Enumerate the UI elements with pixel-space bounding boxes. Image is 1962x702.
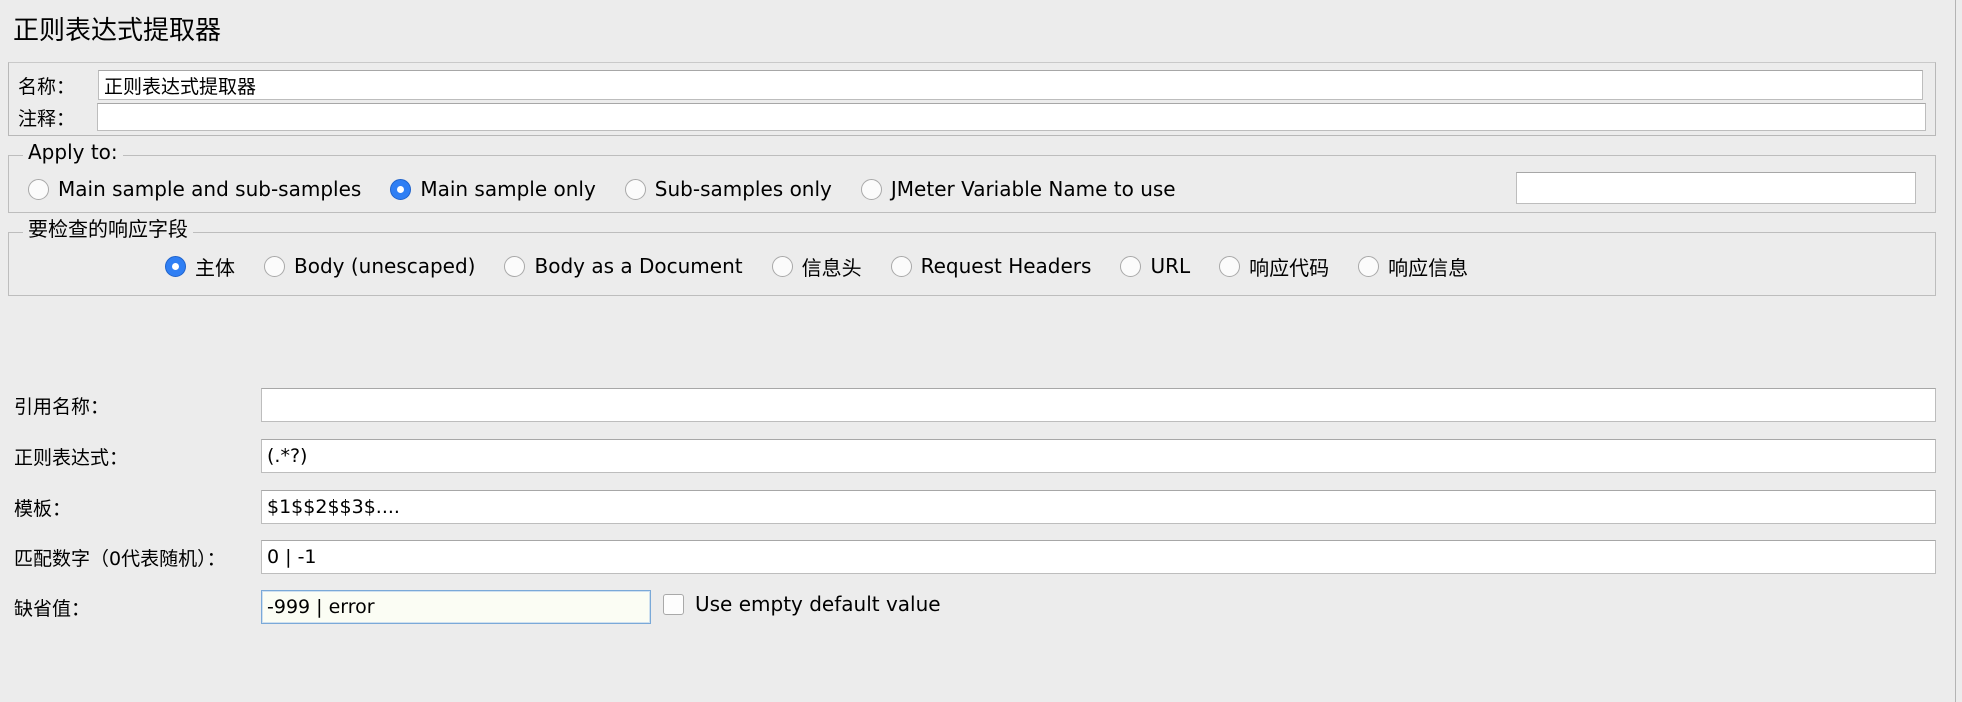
match-number-label: 匹配数字（0代表随机）： xyxy=(14,547,226,570)
template-label: 模板： xyxy=(14,497,72,520)
radio-dot-selected-icon xyxy=(390,178,412,200)
radio-label: 信息头 xyxy=(801,255,862,280)
radio-response-code[interactable]: 响应代码 xyxy=(1219,252,1329,281)
radio-dot-icon xyxy=(1219,255,1241,277)
reference-name-input[interactable] xyxy=(261,388,1936,422)
reference-name-row: 引用名称： xyxy=(14,388,1936,422)
default-value-row: 缺省值： -999 | error xyxy=(14,590,1936,624)
regex-label: 正则表达式： xyxy=(14,446,129,469)
radio-label: 主体 xyxy=(195,255,235,280)
radio-dot-icon xyxy=(771,255,793,277)
radio-label: Main sample only xyxy=(420,177,596,201)
radio-sub-samples-only[interactable]: Sub-samples only xyxy=(624,177,832,201)
radio-request-headers[interactable]: Request Headers xyxy=(890,254,1092,278)
response-field-group-title: 要检查的响应字段 xyxy=(23,219,193,239)
default-value-label: 缺省值： xyxy=(14,597,91,620)
radio-dot-icon xyxy=(1358,255,1380,277)
radio-dot-icon xyxy=(860,178,882,200)
name-comment-panel: 名称： 正则表达式提取器 注释： xyxy=(8,62,1936,136)
comment-row: 注释： xyxy=(18,103,1926,131)
radio-main-and-sub-samples[interactable]: Main sample and sub-samples xyxy=(28,177,361,201)
checkbox-icon xyxy=(663,593,684,615)
radio-label: Request Headers xyxy=(920,254,1092,278)
radio-label: 响应代码 xyxy=(1249,255,1330,280)
comment-input[interactable] xyxy=(97,103,1926,131)
radio-main-sample-only[interactable]: Main sample only xyxy=(390,177,596,201)
radio-body-as-a-document[interactable]: Body as a Document xyxy=(504,254,743,278)
radio-label: Body (unescaped) xyxy=(294,254,476,278)
radio-dot-icon xyxy=(624,178,646,200)
name-label: 名称： xyxy=(18,75,76,98)
radio-url[interactable]: URL xyxy=(1120,254,1190,278)
use-empty-default-value-label: Use empty default value xyxy=(695,592,941,616)
radio-label: JMeter Variable Name to use xyxy=(890,177,1176,201)
radio-dot-icon xyxy=(1120,255,1142,277)
response-field-radio-group: 主体 Body (unescaped) Body as a Document 信… xyxy=(165,252,1497,280)
default-value-input[interactable]: -999 | error xyxy=(261,590,651,624)
radio-dot-icon xyxy=(28,178,49,200)
regex-input[interactable]: (.*?) xyxy=(261,439,1936,473)
radio-body-unescaped[interactable]: Body (unescaped) xyxy=(264,254,475,278)
apply-to-group-title: Apply to: xyxy=(23,142,123,162)
radio-dot-icon xyxy=(890,255,912,277)
regex-extractor-panel: 正则表达式提取器 名称： 正则表达式提取器 注释： Apply to: Main… xyxy=(0,0,1962,702)
template-row: 模板： $1$$2$$3$.... xyxy=(14,490,1936,524)
radio-body[interactable]: 主体 xyxy=(165,252,235,281)
match-number-input[interactable]: 0 | -1 xyxy=(261,540,1936,574)
jmeter-variable-name-input[interactable] xyxy=(1516,172,1916,204)
template-input[interactable]: $1$$2$$3$.... xyxy=(261,490,1936,524)
radio-response-message[interactable]: 响应信息 xyxy=(1358,252,1468,281)
name-input[interactable]: 正则表达式提取器 xyxy=(98,70,1923,100)
radio-label: Body as a Document xyxy=(534,254,743,278)
radio-dot-icon xyxy=(264,255,285,277)
apply-to-radio-group: Main sample and sub-samples Main sample … xyxy=(28,175,1205,203)
radio-label: URL xyxy=(1150,254,1191,278)
use-empty-default-value-checkbox[interactable]: Use empty default value xyxy=(663,592,941,616)
radio-dot-icon xyxy=(504,255,526,277)
radio-label: Sub-samples only xyxy=(654,177,832,201)
radio-dot-selected-icon xyxy=(165,255,186,277)
panel-right-edge xyxy=(1955,0,1956,702)
match-number-row: 匹配数字（0代表随机）： 0 | -1 xyxy=(14,540,1936,574)
regex-row: 正则表达式： (.*?) xyxy=(14,439,1936,473)
comment-label: 注释： xyxy=(18,107,76,130)
reference-name-label: 引用名称： xyxy=(14,395,110,418)
name-row: 名称： 正则表达式提取器 xyxy=(18,70,1926,100)
radio-jmeter-variable-name[interactable]: JMeter Variable Name to use xyxy=(860,177,1176,201)
radio-label: 响应信息 xyxy=(1388,255,1469,280)
radio-label: Main sample and sub-samples xyxy=(58,177,362,201)
page-title: 正则表达式提取器 xyxy=(13,16,222,46)
radio-headers[interactable]: 信息头 xyxy=(771,252,862,281)
